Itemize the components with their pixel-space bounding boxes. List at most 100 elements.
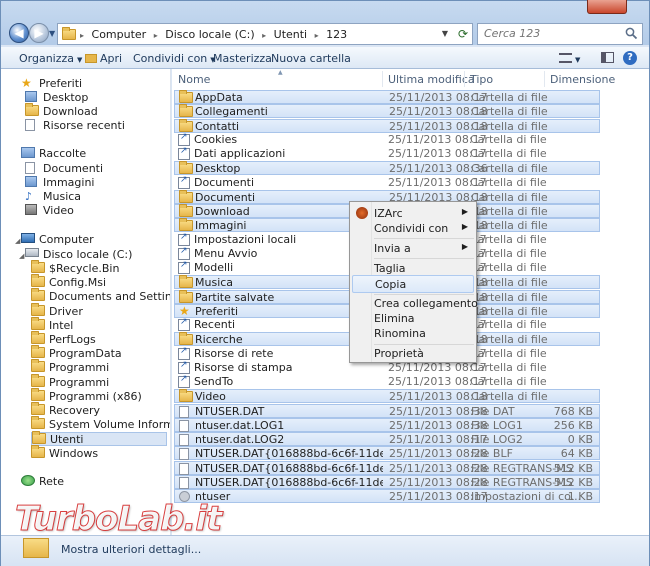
file-name: ntuser.dat.LOG2: [195, 433, 285, 446]
help-button[interactable]: ?: [623, 50, 637, 65]
file-type: Cartella di file: [470, 318, 547, 331]
folder-icon: [179, 389, 193, 404]
navigation-pane: ★ Preferiti Desktop Download Risorse rece…: [1, 69, 171, 535]
file-type: Cartella di file: [470, 175, 547, 189]
folder-icon: [31, 402, 45, 415]
file-row[interactable]: AppData 25/11/2013 08:17 Cartella di file: [174, 90, 600, 104]
folder-icon: [179, 189, 193, 205]
file-name: SendTo: [194, 375, 234, 388]
forward-button[interactable]: ▶: [29, 23, 49, 43]
nav-libraries-label: Raccolte: [39, 147, 87, 160]
file-row[interactable]: Contatti 25/11/2013 08:18 Cartella di file: [174, 118, 600, 133]
new-folder-button[interactable]: Nuova cartella: [271, 52, 351, 65]
folder-icon: [31, 387, 45, 401]
menu-item-copy[interactable]: Copia: [352, 275, 474, 293]
file-row[interactable]: ntuser 25/11/2013 08:17 Impostazioni di co…: [174, 489, 600, 503]
file-type: Cartella di file: [470, 261, 547, 274]
computer-icon: [21, 233, 35, 243]
window-controls: [587, 0, 649, 14]
menu-item-rename[interactable]: Rinomina: [352, 325, 474, 343]
menu-item-send-to[interactable]: Invia a ▶: [352, 240, 474, 258]
nav-music-label: Musica: [43, 190, 82, 203]
expand-arrow-icon[interactable]: ◢: [15, 237, 20, 245]
file-type: Cartella di file: [471, 219, 548, 233]
column-header-modified[interactable]: Ultima modifica: [388, 73, 475, 86]
nav-download-label: Download: [43, 105, 98, 118]
breadcrumb-computer[interactable]: Computer: [92, 28, 147, 41]
folder-icon: [179, 104, 193, 119]
organize-button[interactable]: Organizza ▼: [19, 52, 82, 65]
address-folder-icon: [62, 27, 76, 42]
file-row[interactable]: SendTo25/11/2013 08:17Cartella di file: [174, 374, 600, 389]
open-button[interactable]: Apri: [85, 52, 122, 65]
file-size: 768 KB: [553, 404, 593, 418]
nav-drive-folder-label: Intel: [49, 318, 74, 332]
submenu-arrow-icon: ▶: [461, 242, 468, 251]
show-more-details-link[interactable]: Mostra ulteriori dettagli...: [61, 543, 201, 556]
expand-arrow-icon[interactable]: ◢: [19, 252, 24, 260]
address-bar[interactable]: ▸ Computer ▸ Disco locale (C:) ▸ Utenti …: [57, 23, 473, 45]
column-divider[interactable]: [464, 71, 465, 87]
folder-icon: [31, 260, 45, 273]
search-box[interactable]: [477, 23, 643, 45]
file-row[interactable]: Video 25/11/2013 08:18 Cartella di file: [174, 389, 600, 404]
file-row[interactable]: ntuser.dat.LOG1 25/11/2013 08:38 File LOG1…: [174, 417, 600, 432]
file-type: File LOG2: [471, 433, 523, 446]
column-divider[interactable]: [382, 71, 383, 87]
nav-drive-folder[interactable]: Utenti: [31, 431, 167, 447]
nav-drive-folder-label: Programmi: [49, 375, 110, 389]
file-type: Cartella di file: [471, 290, 548, 304]
column-header-type[interactable]: Tipo: [470, 73, 493, 86]
burn-button[interactable]: Masterizza: [213, 52, 272, 65]
file-row[interactable]: Cookies25/11/2013 08:17Cartella di file: [174, 132, 600, 147]
breadcrumb-123[interactable]: 123: [326, 28, 347, 41]
file-size: 1 KB: [567, 490, 593, 503]
file-name: Dati applicazioni: [194, 147, 286, 160]
share-button[interactable]: Condividi con ▼: [133, 52, 216, 65]
file-size: 512 KB: [553, 475, 593, 489]
shortcut-icon: [178, 175, 190, 191]
nav-drive-folder-label: Recovery: [49, 404, 101, 417]
nav-drive-folder-label: ProgramData: [49, 347, 122, 361]
menu-item-share[interactable]: Condividi con ▶: [352, 220, 474, 238]
organize-label: Organizza: [19, 52, 75, 65]
video-icon: [25, 204, 37, 215]
history-dropdown-icon[interactable]: ▼: [49, 29, 55, 38]
chevron-down-icon: ▼: [575, 56, 581, 64]
column-header-name[interactable]: Nome: [178, 73, 210, 86]
column-divider[interactable]: [544, 71, 545, 87]
file-row[interactable]: Collegamenti 25/11/2013 08:18 Cartella di …: [174, 104, 600, 119]
pictures-icon: [25, 176, 37, 187]
nav-drive-folder-label: Windows: [49, 446, 99, 460]
view-options-button[interactable]: ▼: [559, 52, 580, 65]
search-icon[interactable]: [625, 27, 638, 40]
share-label: Condividi con: [133, 52, 208, 65]
file-row[interactable]: NTUSER.DAT 25/11/2013 08:38 File DAT 768 KB: [174, 403, 600, 418]
menu-item-izarc-label: IZArc: [374, 207, 403, 220]
menu-item-properties[interactable]: Proprietà: [352, 345, 474, 363]
file-row[interactable]: NTUSER.DAT{016888bd-6c6f-11de-8d1d-001e0…: [174, 446, 600, 461]
column-header-size[interactable]: Dimensione: [550, 73, 615, 86]
shortcut-icon: [178, 317, 190, 333]
back-button[interactable]: ◀: [9, 23, 29, 43]
file-row[interactable]: ntuser.dat.LOG2 25/11/2013 08:17 File LOG2…: [174, 432, 600, 446]
file-row[interactable]: Dati applicazioni25/11/2013 08:17Cartell…: [174, 146, 600, 161]
file-name: Desktop: [195, 162, 241, 176]
nav-drive-folder-label: $Recycle.Bin: [49, 262, 120, 275]
file-row[interactable]: Documenti25/11/2013 08:17Cartella di fil…: [174, 175, 600, 191]
file-row[interactable]: NTUSER.DAT{016888bd-6c6f-11de-8d1d-001e0…: [174, 460, 600, 475]
file-name: NTUSER.DAT: [195, 404, 265, 418]
breadcrumb-local-disk[interactable]: Disco locale (C:): [165, 28, 254, 41]
file-type: Cartella di file: [470, 346, 547, 360]
music-icon: ♪: [25, 190, 33, 203]
refresh-icon[interactable]: ⟳: [458, 27, 468, 41]
file-row[interactable]: Desktop 25/11/2013 08:36 Cartella di file: [174, 161, 600, 176]
close-icon[interactable]: [587, 0, 627, 14]
file-type: Cartella di file: [471, 304, 548, 318]
file-row[interactable]: NTUSER.DAT{016888bd-6c6f-11de-8d1d-001e0…: [174, 474, 600, 489]
breadcrumb-users[interactable]: Utenti: [274, 28, 307, 41]
preview-pane-button[interactable]: [601, 52, 614, 66]
folder-icon: [31, 359, 45, 373]
search-input[interactable]: [484, 27, 624, 40]
address-dropdown-icon[interactable]: ▼: [442, 29, 448, 38]
